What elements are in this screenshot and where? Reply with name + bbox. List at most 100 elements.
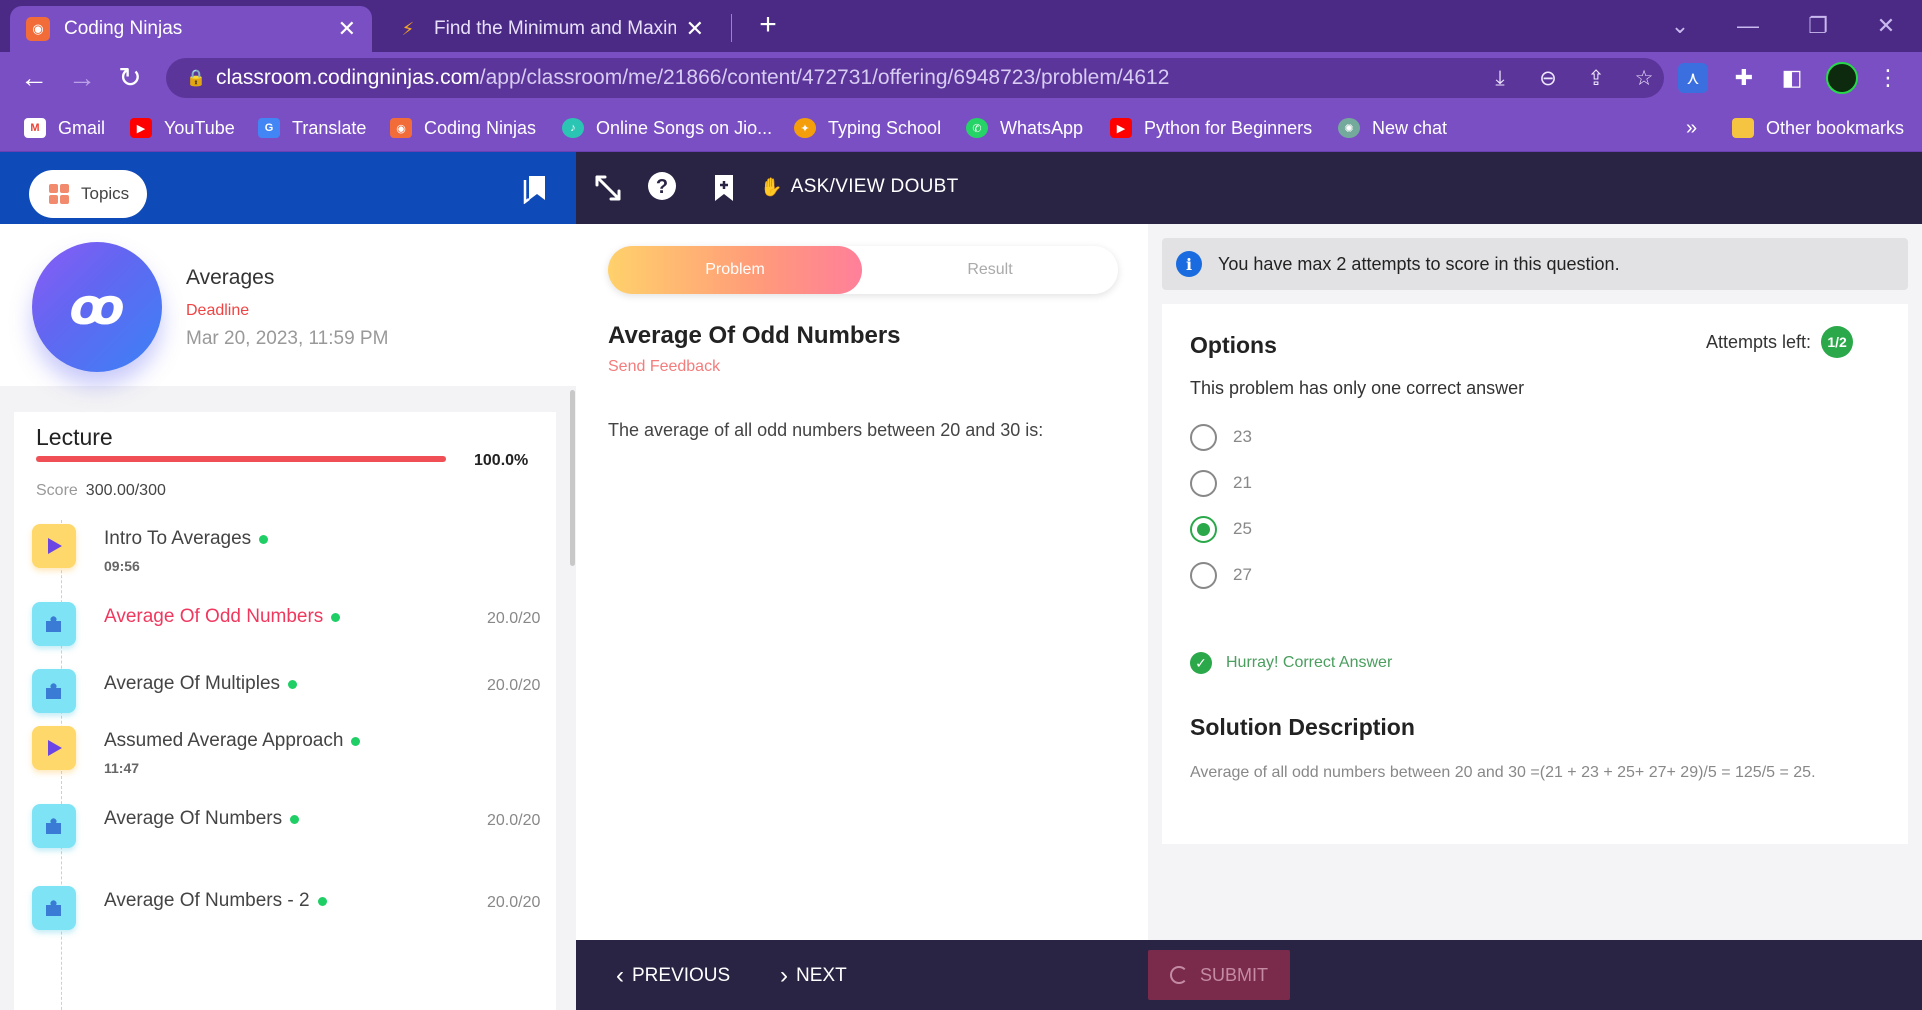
- problem-result-toggle: Problem Result: [608, 246, 1118, 294]
- refresh-icon: [1169, 966, 1188, 984]
- course-card: ꝏ Averages Deadline Mar 20, 2023, 11:59 …: [0, 224, 576, 386]
- previous-button[interactable]: ‹ PREVIOUS: [616, 962, 730, 990]
- new-tab-button[interactable]: +: [750, 8, 786, 44]
- bookmark-new-chat[interactable]: ✺ New chat: [1338, 114, 1447, 142]
- site-favicon-icon: ⚡: [401, 18, 415, 39]
- option-label: 27: [1233, 565, 1252, 584]
- close-tab-icon[interactable]: ✕: [338, 16, 356, 42]
- bookmark-jiosaavn[interactable]: ♪ Online Songs on Jio...: [562, 114, 772, 142]
- tab-title: Find the Minimum and Maximum: [434, 18, 676, 39]
- svg-text:?: ?: [656, 176, 668, 198]
- sidebar-scrollbar[interactable]: [570, 390, 575, 566]
- video-icon: [32, 726, 76, 770]
- reload-button[interactable]: ↻: [112, 60, 148, 96]
- options-title: Options: [1190, 332, 1277, 358]
- url-field[interactable]: 🔒 classroom.codingninjas.com/app/classro…: [166, 58, 1664, 98]
- side-panel-icon[interactable]: ◧: [1774, 60, 1810, 96]
- extensions-puzzle-icon[interactable]: ✚: [1726, 60, 1762, 96]
- menu-kebab-icon[interactable]: ⋮: [1870, 60, 1906, 96]
- lecture-duration: 11:47: [104, 760, 140, 776]
- lecture-item-average-of-numbers-2[interactable]: Average Of Numbers - 2 20.0/20: [32, 882, 552, 942]
- attempts-left: Attempts left: 1/2: [1706, 326, 1854, 358]
- bookmark-youtube[interactable]: ▶ YouTube: [130, 114, 235, 142]
- course-title: Averages: [186, 266, 275, 289]
- folder-icon: [1732, 118, 1754, 138]
- completed-dot: [351, 736, 361, 746]
- other-bookmarks-folder[interactable]: Other bookmarks: [1732, 114, 1904, 142]
- bookmark-whatsapp[interactable]: ✆ WhatsApp: [966, 114, 1083, 142]
- radio-button-selected[interactable]: [1190, 515, 1217, 543]
- lecture-duration: 09:56: [104, 558, 140, 574]
- close-window-button[interactable]: ✕: [1858, 8, 1914, 44]
- lecture-item-average-of-multiples[interactable]: Average Of Multiples 20.0/20: [32, 665, 552, 725]
- expand-icon[interactable]: [592, 172, 624, 204]
- lecture-item-average-of-odd-numbers[interactable]: Average Of Odd Numbers 20.0/20: [32, 598, 552, 658]
- extension-icon[interactable]: ⋏: [1678, 63, 1708, 93]
- bookmark-translate[interactable]: G Translate: [258, 114, 366, 142]
- lecture-item-score: 20.0/20: [487, 677, 541, 694]
- help-icon[interactable]: ?: [646, 170, 678, 202]
- coding-ninjas-favicon-icon: ◉: [26, 17, 50, 41]
- youtube-icon: ▶: [130, 118, 152, 138]
- completed-dot: [288, 679, 298, 689]
- forward-button[interactable]: →: [64, 60, 100, 96]
- lecture-progress-bar: [36, 456, 446, 462]
- lecture-item-assumed-average-approach[interactable]: Assumed Average Approach 11:47: [32, 722, 552, 782]
- close-tab-icon[interactable]: ✕: [686, 16, 704, 42]
- share-icon[interactable]: ⇪: [1582, 65, 1610, 93]
- tab-coding-ninjas[interactable]: ◉ Coding Ninjas ✕: [10, 6, 372, 52]
- ask-view-doubt-button[interactable]: ✋ ASK/VIEW DOUBT: [760, 176, 959, 198]
- lecture-item-title: Assumed Average Approach: [104, 730, 361, 752]
- check-circle-icon: ✓: [1190, 652, 1212, 674]
- lecture-sidebar: ꝏ Averages Deadline Mar 20, 2023, 11:59 …: [0, 224, 576, 1010]
- tab-result[interactable]: Result: [862, 246, 1118, 294]
- bookmark-coding-ninjas[interactable]: ◉ Coding Ninjas: [390, 114, 536, 142]
- deadline-date: Mar 20, 2023, 11:59 PM: [186, 328, 389, 349]
- chatgpt-icon: ✺: [1338, 118, 1360, 138]
- attempts-badge: 1/2: [1821, 326, 1854, 358]
- lecture-item-average-of-numbers[interactable]: Average Of Numbers 20.0/20: [32, 800, 552, 860]
- bookmark-add-icon[interactable]: [708, 172, 740, 204]
- video-icon: [32, 524, 76, 568]
- tab-problem[interactable]: Problem: [608, 246, 862, 294]
- bookmarks-list-icon[interactable]: [520, 172, 552, 204]
- bookmark-gmail[interactable]: M Gmail: [24, 114, 105, 142]
- option-27[interactable]: 27: [1190, 560, 1490, 590]
- back-button[interactable]: ←: [16, 60, 52, 96]
- bookmark-star-icon[interactable]: ☆: [1630, 65, 1658, 93]
- grid-icon: [49, 184, 69, 204]
- completed-dot: [317, 896, 327, 906]
- profile-avatar[interactable]: [1826, 62, 1858, 94]
- restore-button[interactable]: ❐: [1790, 8, 1846, 44]
- course-logo-icon: ꝏ: [32, 242, 162, 372]
- problem-title: Average Of Odd Numbers: [608, 322, 901, 349]
- lecture-item-intro-to-averages[interactable]: Intro To Averages 09:56: [32, 520, 552, 580]
- chevron-left-icon: ‹: [616, 962, 624, 989]
- option-25[interactable]: 25: [1190, 514, 1490, 544]
- tab-search-icon[interactable]: ⌄: [1652, 8, 1708, 44]
- zoom-icon[interactable]: ⊖: [1534, 65, 1562, 93]
- youtube-icon: ▶: [1110, 118, 1132, 138]
- bookmark-python-for-beginners[interactable]: ▶ Python for Beginners: [1110, 114, 1312, 142]
- send-feedback-link[interactable]: Send Feedback: [608, 358, 720, 376]
- lecture-section: Lecture 100.0% Score 300.00/300 Intro To …: [14, 412, 556, 1010]
- install-app-icon[interactable]: ⤓: [1486, 65, 1514, 93]
- completed-dot: [331, 612, 341, 622]
- solution-title: Solution Description: [1190, 714, 1415, 740]
- tab-title: Coding Ninjas: [64, 18, 183, 39]
- tab-find-min-max[interactable]: ⚡ Find the Minimum and Maximum ✕: [380, 6, 720, 52]
- radio-button[interactable]: [1190, 469, 1217, 497]
- progress-percent: 100.0%: [474, 452, 529, 469]
- bookmark-typing-school[interactable]: ✦ Typing School: [794, 114, 941, 142]
- minimize-button[interactable]: —: [1720, 8, 1776, 44]
- more-bookmarks-button[interactable]: »: [1686, 114, 1697, 142]
- radio-button[interactable]: [1190, 423, 1217, 451]
- lecture-item-score: 20.0/20: [487, 812, 541, 829]
- option-23[interactable]: 23: [1190, 422, 1490, 452]
- submit-button[interactable]: SUBMIT: [1148, 950, 1290, 1000]
- next-button[interactable]: › NEXT: [780, 962, 847, 990]
- radio-button[interactable]: [1190, 561, 1217, 589]
- sidebar-header: Topics: [0, 152, 576, 224]
- topics-button[interactable]: Topics: [29, 170, 147, 218]
- option-21[interactable]: 21: [1190, 468, 1490, 498]
